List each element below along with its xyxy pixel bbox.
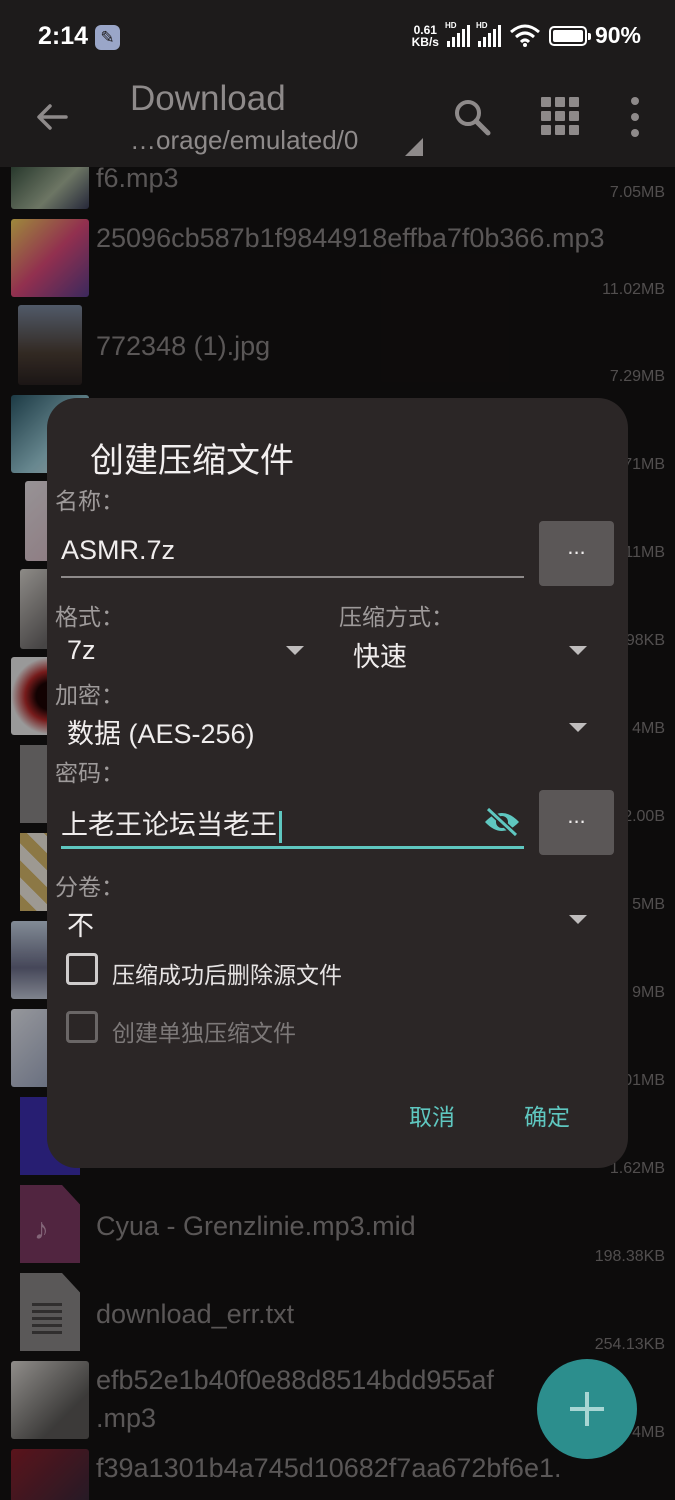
create-archive-dialog: 创建压缩文件 名称： ASMR.7z ... 格式： 7z 压缩方式： 快速 加… [47, 398, 628, 1168]
password-label: 密码： [55, 760, 124, 786]
name-label: 名称： [55, 488, 124, 514]
name-underline [61, 576, 524, 578]
password-field[interactable]: 上老王论坛当老王 [61, 803, 282, 843]
browse-name-button[interactable]: ... [539, 521, 614, 586]
chevron-down-icon[interactable] [569, 915, 587, 924]
delete-source-label[interactable]: 压缩成功后删除源文件 [112, 956, 342, 990]
back-arrow-icon[interactable] [32, 97, 72, 137]
signal-icon: HD [476, 21, 501, 47]
chevron-down-icon[interactable] [569, 723, 587, 732]
more-vert-icon[interactable] [630, 97, 640, 137]
encrypt-select[interactable]: 数据 (AES-256) [67, 712, 255, 751]
cancel-button[interactable]: 取消 [409, 1098, 455, 1132]
app-toolbar: Download …orage/emulated/0 [0, 75, 675, 167]
wrench-icon: ✎ [95, 25, 120, 50]
battery-percent: 90% [594, 22, 641, 48]
split-select[interactable]: 不 [67, 904, 94, 943]
wifi-icon [509, 24, 540, 47]
add-icon[interactable] [537, 1359, 637, 1459]
format-select[interactable]: 7z [67, 635, 96, 666]
delete-source-checkbox[interactable] [66, 953, 98, 985]
browse-password-button[interactable]: ... [539, 790, 614, 855]
folder-title: Download [130, 79, 286, 118]
signal-icon: HD [445, 21, 470, 47]
separate-archive-checkbox[interactable] [66, 1011, 98, 1043]
ok-button[interactable]: 确定 [524, 1098, 570, 1132]
visibility-off-icon[interactable] [482, 806, 522, 838]
separate-archive-label[interactable]: 创建单独压缩文件 [112, 1014, 296, 1048]
method-label: 压缩方式： [339, 604, 454, 630]
dialog-title: 创建压缩文件 [90, 442, 294, 480]
search-icon[interactable] [452, 97, 492, 137]
method-select[interactable]: 快速 [353, 635, 407, 674]
chevron-down-icon[interactable] [569, 646, 587, 655]
split-label: 分卷： [55, 874, 124, 900]
archive-name-field[interactable]: ASMR.7z [61, 535, 175, 566]
password-underline [61, 846, 524, 849]
network-speed: 0.61 KB/s [411, 22, 439, 49]
battery-icon [548, 25, 591, 46]
encrypt-label: 加密： [55, 682, 124, 708]
path-dropdown-icon[interactable] [405, 138, 423, 156]
format-label: 格式： [55, 604, 124, 630]
status-bar: 2:14 ✎ 0.61 KB/s HD HD 90% [0, 0, 675, 75]
status-indicators: 0.61 KB/s HD HD 90% [411, 21, 641, 49]
folder-path[interactable]: …orage/emulated/0 [130, 125, 358, 156]
status-time: 2:14 [38, 22, 89, 50]
chevron-down-icon[interactable] [286, 646, 304, 655]
grid-view-icon[interactable] [541, 97, 579, 135]
